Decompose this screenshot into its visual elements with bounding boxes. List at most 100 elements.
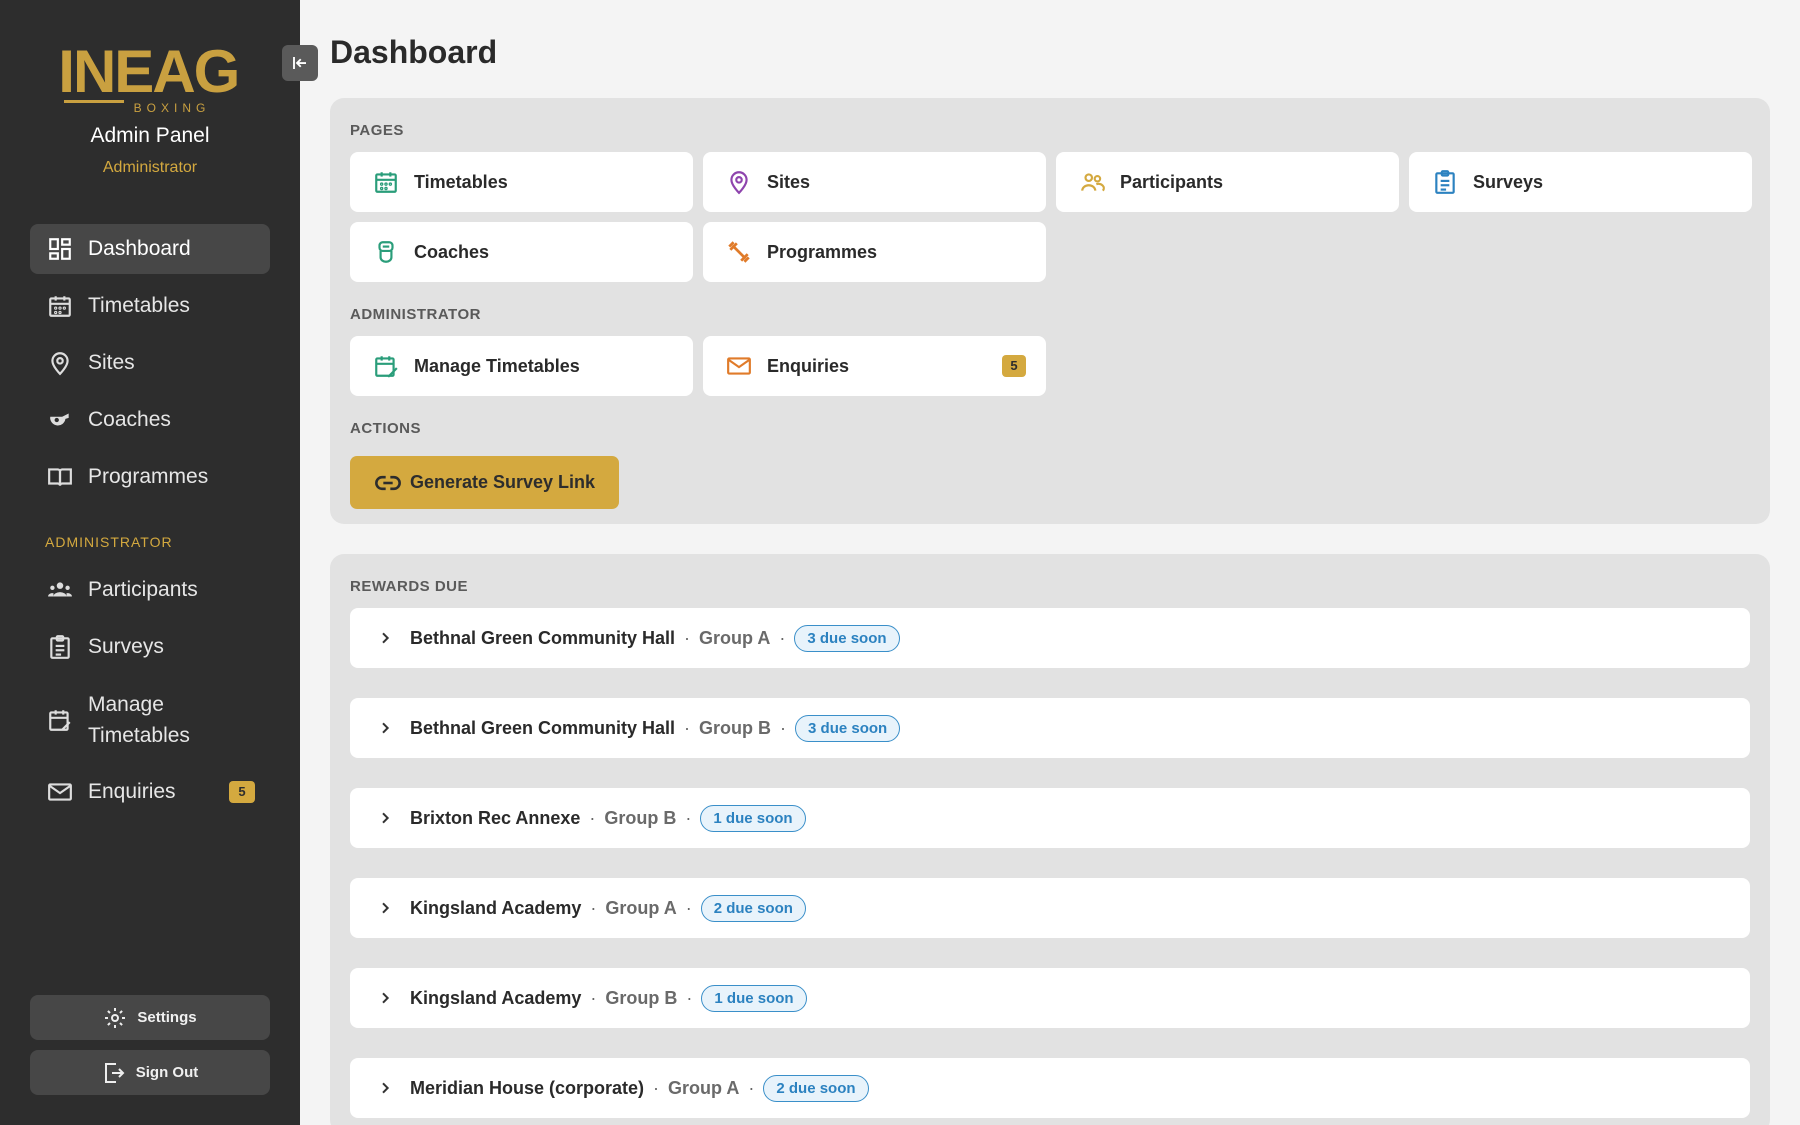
chevron-right-icon (374, 897, 396, 919)
generate-survey-link-button[interactable]: Generate Survey Link (350, 456, 619, 509)
sidebar-item-label: Enquiries (88, 780, 176, 803)
people-icon (1078, 168, 1106, 196)
location-pin-icon (46, 349, 74, 377)
page-tile-timetables[interactable]: Timetables (350, 152, 693, 212)
reward-row[interactable]: Meridian House (corporate) · Group A · 2 d… (350, 1058, 1750, 1118)
pages-panel: PAGES Timetables Sites Participants Surv… (330, 98, 1770, 524)
tile-label: Participants (1120, 171, 1224, 192)
reward-row[interactable]: Brixton Rec Annexe · Group B · 1 due soon (350, 788, 1750, 848)
calendar-edit-icon (372, 352, 400, 380)
sidebar-item-dashboard[interactable]: Dashboard (30, 224, 270, 274)
actions-section-label: ACTIONS (350, 420, 421, 437)
due-soon-badge: 3 due soon (794, 624, 900, 652)
tile-label: Timetables (414, 171, 508, 192)
sidebar-item-label: Sites (88, 351, 135, 374)
page-tile-surveys[interactable]: Surveys (1409, 152, 1752, 212)
reward-site: Bethnal Green Community Hall (410, 627, 676, 648)
gear-icon (105, 1007, 126, 1028)
whistle-icon (372, 238, 400, 266)
sidebar: LINEAGE BOXING Admin Panel Administrator… (0, 0, 300, 1125)
calendar-icon (46, 292, 74, 320)
page-tile-enquiries[interactable]: Enquiries 5 (703, 336, 1046, 396)
sidebar-item-label: Timetables (88, 294, 190, 317)
page-tile-coaches[interactable]: Coaches (350, 222, 693, 282)
due-soon-badge: 1 due soon (700, 804, 806, 832)
tile-label: Programmes (767, 241, 878, 262)
book-icon (46, 463, 74, 491)
sidebar-item-label: Surveys (88, 635, 164, 658)
chevron-right-icon (374, 627, 396, 649)
link-icon (375, 475, 401, 490)
pages-section-label: PAGES (350, 122, 404, 139)
collapse-sidebar-button[interactable] (282, 45, 318, 81)
tile-label: Surveys (1473, 171, 1544, 192)
enquiries-count-badge: 5 (229, 781, 255, 803)
sidebar-item-timetables[interactable]: Timetables (30, 281, 270, 331)
tile-label: Coaches (414, 241, 490, 262)
reward-group: Group B (604, 807, 677, 828)
due-soon-badge: 2 due soon (763, 1074, 869, 1102)
calendar-icon (372, 168, 400, 196)
generate-survey-link-label: Generate Survey Link (409, 472, 596, 492)
admin-panel-title: Admin Panel (90, 124, 210, 147)
sidebar-item-label: Participants (88, 578, 198, 601)
reward-site: Brixton Rec Annexe (410, 807, 581, 828)
chevron-right-icon (374, 807, 396, 829)
chevron-right-icon (374, 717, 396, 739)
sidebar-item-label: Manage Timetables (88, 693, 190, 747)
chevron-right-icon (374, 1077, 396, 1099)
reward-row[interactable]: Kingsland Academy · Group B · 1 due soon (350, 968, 1750, 1028)
sidebar-item-participants[interactable]: Participants (30, 565, 270, 615)
reward-site: Meridian House (corporate) (410, 1077, 645, 1098)
reward-group: Group B (605, 987, 678, 1008)
page-tile-participants[interactable]: Participants (1056, 152, 1399, 212)
sign-out-button[interactable]: Sign Out (30, 1050, 270, 1095)
admin-role: Administrator (102, 159, 198, 176)
sidebar-item-enquiries[interactable]: Enquiries 5 (30, 767, 270, 817)
tile-label: Sites (767, 171, 811, 192)
reward-group: Group A (605, 897, 677, 918)
page-tile-programmes[interactable]: Programmes (703, 222, 1046, 282)
enquiries-count-badge: 5 (1002, 355, 1026, 377)
tile-label: Enquiries (767, 355, 850, 376)
mail-icon (725, 352, 753, 380)
page-title: Dashboard (330, 34, 498, 70)
sidebar-item-manage-timetables[interactable]: Manage Timetables (30, 684, 270, 756)
reward-row[interactable]: Kingsland Academy · Group A · 2 due soon (350, 878, 1750, 938)
lineage-boxing-logo[interactable]: LINEAGE BOXING (60, 30, 240, 114)
sign-out-icon (104, 1062, 125, 1083)
svg-text:LINEAGE: LINEAGE (60, 38, 240, 105)
reward-group: Group A (699, 627, 771, 648)
sidebar-section-administrator: ADMINISTRATOR (45, 534, 173, 550)
sign-out-label: Sign Out (135, 1064, 199, 1081)
collapse-left-icon (293, 57, 306, 69)
sidebar-item-label: Dashboard (88, 237, 191, 260)
rewards-due-panel: REWARDS DUE Bethnal Green Community Hall… (330, 554, 1770, 1125)
whistle-icon (46, 406, 74, 434)
reward-row[interactable]: Bethnal Green Community Hall · Group B · 3… (350, 698, 1750, 758)
settings-button[interactable]: Settings (30, 995, 270, 1040)
reward-site: Bethnal Green Community Hall (410, 717, 676, 738)
mail-icon (46, 778, 74, 806)
sidebar-item-surveys[interactable]: Surveys (30, 622, 270, 672)
sidebar-item-coaches[interactable]: Coaches (30, 395, 270, 445)
dumbbell-icon (725, 238, 753, 266)
calendar-edit-icon (46, 706, 74, 734)
due-soon-badge: 2 due soon (700, 894, 806, 922)
page-tile-sites[interactable]: Sites (703, 152, 1046, 212)
reward-site: Kingsland Academy (410, 987, 582, 1008)
reward-site: Kingsland Academy (410, 897, 582, 918)
page-tile-manage-timetables[interactable]: Manage Timetables (350, 336, 693, 396)
sidebar-item-sites[interactable]: Sites (30, 338, 270, 388)
people-icon (46, 576, 74, 604)
clipboard-icon (1431, 168, 1459, 196)
clipboard-icon (46, 633, 74, 661)
svg-text:BOXING: BOXING (134, 101, 211, 114)
reward-row[interactable]: Bethnal Green Community Hall · Group A · 3… (350, 608, 1750, 668)
chevron-right-icon (374, 987, 396, 1009)
location-pin-icon (725, 168, 753, 196)
due-soon-badge: 1 due soon (701, 984, 807, 1012)
settings-label: Settings (137, 1009, 197, 1026)
sidebar-item-programmes[interactable]: Programmes (30, 452, 270, 502)
sidebar-item-label: Coaches (88, 408, 171, 431)
